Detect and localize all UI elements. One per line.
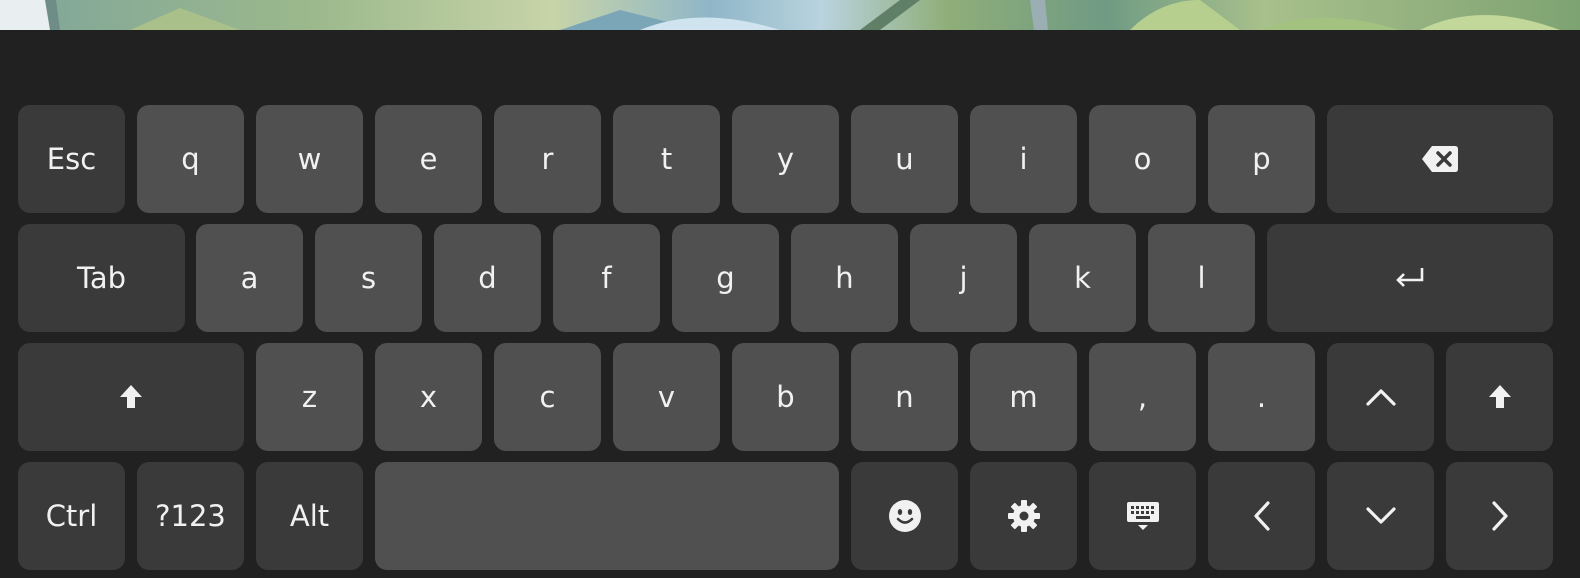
esc-key-label: Esc	[46, 141, 97, 176]
arrow-up-key[interactable]	[1327, 343, 1434, 451]
arrow-left-key[interactable]	[1208, 462, 1315, 570]
arrow-down-key[interactable]	[1327, 462, 1434, 570]
shift-key-left[interactable]	[18, 343, 244, 451]
chevron-up-icon	[1365, 387, 1397, 407]
key-label: i	[1019, 141, 1028, 176]
key-c[interactable]: c	[494, 343, 601, 451]
key-label: j	[959, 260, 968, 295]
shift-icon	[1488, 384, 1512, 410]
settings-key[interactable]	[970, 462, 1077, 570]
key-label: w	[297, 141, 322, 176]
key-label: n	[895, 379, 914, 414]
key-v[interactable]: v	[613, 343, 720, 451]
key-label: r	[541, 141, 554, 176]
key-b[interactable]: b	[732, 343, 839, 451]
key-label: y	[776, 141, 795, 176]
hide-keyboard-key[interactable]	[1089, 462, 1196, 570]
key-comma[interactable]: ,	[1089, 343, 1196, 451]
symbols-key-label: ?123	[155, 498, 226, 533]
key-label: q	[181, 141, 200, 176]
key-h[interactable]: h	[791, 224, 898, 332]
on-screen-keyboard: Esc q w e r t y u i o p Tab a s d f g h …	[0, 30, 1580, 578]
enter-key[interactable]	[1267, 224, 1553, 332]
key-f[interactable]: f	[553, 224, 660, 332]
shift-key-right[interactable]	[1446, 343, 1553, 451]
key-label: p	[1252, 141, 1271, 176]
key-x[interactable]: x	[375, 343, 482, 451]
key-o[interactable]: o	[1089, 105, 1196, 213]
key-l[interactable]: l	[1148, 224, 1255, 332]
key-label: e	[419, 141, 438, 176]
key-label: z	[301, 379, 318, 414]
key-label: f	[601, 260, 612, 295]
tab-key[interactable]: Tab	[18, 224, 185, 332]
shift-icon	[119, 384, 143, 410]
key-label: t	[660, 141, 673, 176]
arrow-right-key[interactable]	[1446, 462, 1553, 570]
key-label: v	[657, 379, 676, 414]
space-key[interactable]	[375, 462, 839, 570]
backspace-key[interactable]	[1327, 105, 1553, 213]
symbols-key[interactable]: ?123	[137, 462, 244, 570]
key-label: d	[478, 260, 497, 295]
key-period[interactable]: .	[1208, 343, 1315, 451]
backspace-icon	[1421, 145, 1459, 173]
key-label: h	[835, 260, 854, 295]
key-a[interactable]: a	[196, 224, 303, 332]
ctrl-key-label: Ctrl	[45, 498, 98, 533]
enter-icon	[1394, 266, 1426, 290]
key-z[interactable]: z	[256, 343, 363, 451]
key-label: u	[895, 141, 914, 176]
key-p[interactable]: p	[1208, 105, 1315, 213]
emoji-icon	[888, 499, 922, 533]
gear-icon	[1007, 499, 1041, 533]
key-label: g	[716, 260, 735, 295]
key-label: l	[1197, 260, 1206, 295]
key-label: x	[419, 379, 438, 414]
key-m[interactable]: m	[970, 343, 1077, 451]
alt-key[interactable]: Alt	[256, 462, 363, 570]
keyboard-hide-icon	[1126, 499, 1160, 533]
key-g[interactable]: g	[672, 224, 779, 332]
key-i[interactable]: i	[970, 105, 1077, 213]
key-e[interactable]: e	[375, 105, 482, 213]
chevron-left-icon	[1252, 500, 1272, 532]
key-s[interactable]: s	[315, 224, 422, 332]
key-q[interactable]: q	[137, 105, 244, 213]
chevron-right-icon	[1490, 500, 1510, 532]
emoji-key[interactable]	[851, 462, 958, 570]
key-t[interactable]: t	[613, 105, 720, 213]
key-d[interactable]: d	[434, 224, 541, 332]
key-r[interactable]: r	[494, 105, 601, 213]
key-w[interactable]: w	[256, 105, 363, 213]
key-label: ,	[1137, 379, 1148, 414]
tab-key-label: Tab	[76, 260, 127, 295]
key-u[interactable]: u	[851, 105, 958, 213]
key-label: b	[776, 379, 795, 414]
alt-key-label: Alt	[289, 498, 330, 533]
key-label: k	[1074, 260, 1091, 295]
desktop-wallpaper	[0, 0, 1580, 30]
key-label: s	[360, 260, 377, 295]
ctrl-key[interactable]: Ctrl	[18, 462, 125, 570]
key-j[interactable]: j	[910, 224, 1017, 332]
key-label: o	[1133, 141, 1152, 176]
key-label: m	[1009, 379, 1038, 414]
esc-key[interactable]: Esc	[18, 105, 125, 213]
chevron-down-icon	[1365, 506, 1397, 526]
key-label: a	[240, 260, 259, 295]
key-label: .	[1256, 379, 1267, 414]
key-n[interactable]: n	[851, 343, 958, 451]
key-k[interactable]: k	[1029, 224, 1136, 332]
key-y[interactable]: y	[732, 105, 839, 213]
key-label: c	[539, 379, 556, 414]
